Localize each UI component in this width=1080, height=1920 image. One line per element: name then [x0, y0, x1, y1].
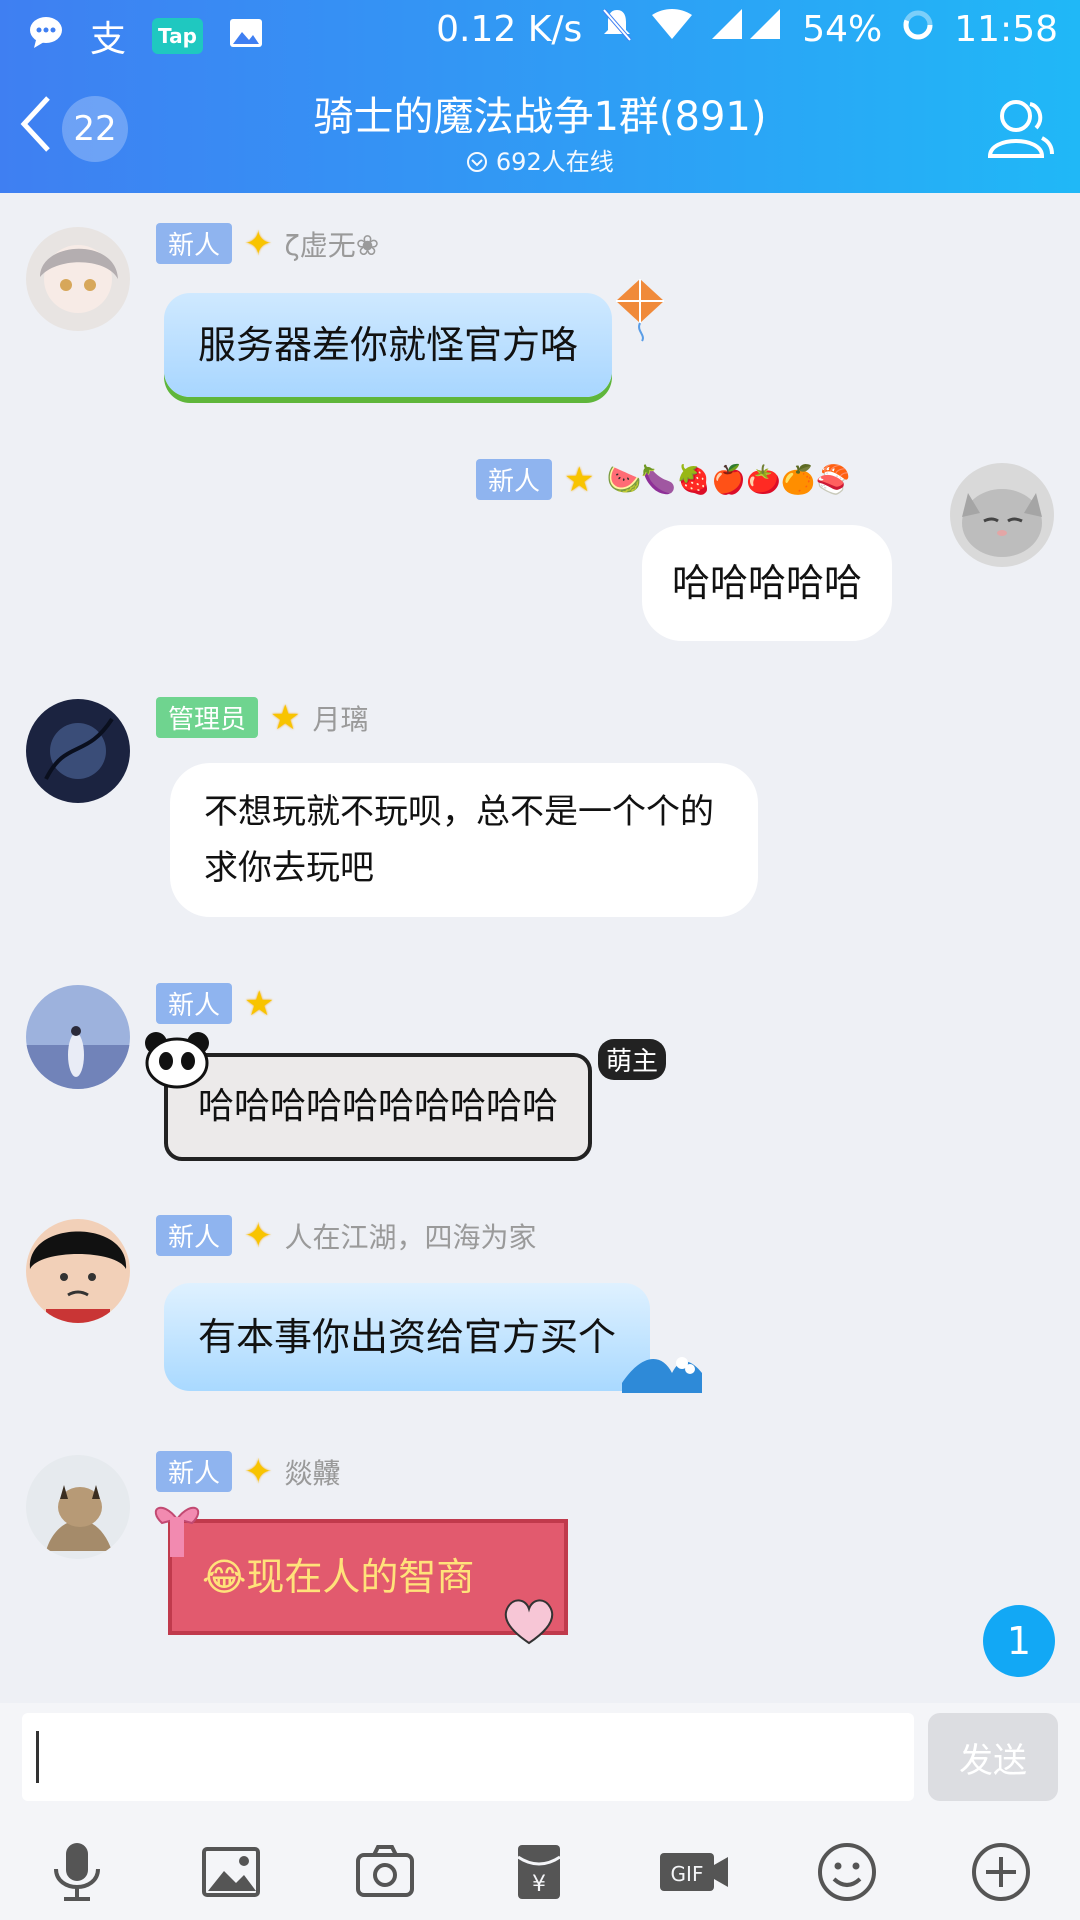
- partial-next-message: [0, 1693, 1080, 1703]
- level-star-icon: ✦: [244, 223, 273, 264]
- toolbar: ¥ GIF: [0, 1829, 1080, 1919]
- member-tag: 新人: [156, 223, 233, 264]
- level-star-icon: ★: [244, 983, 275, 1024]
- message-meta: 新人 ✦ ζ虚无❀: [156, 223, 379, 264]
- member-tag: 新人: [476, 459, 553, 500]
- message-text: 不想玩就不玩呗，总不是一个个的求你去玩吧: [204, 792, 714, 888]
- avatar[interactable]: [26, 227, 130, 331]
- message-meta: 新人 ✦ 人在江湖，四海为家: [156, 1215, 537, 1256]
- message-text: 哈哈哈哈哈: [672, 561, 863, 605]
- admin-tag: 管理员: [156, 697, 259, 738]
- member-tag: 新人: [156, 983, 233, 1024]
- camera-icon[interactable]: [354, 1841, 416, 1903]
- network-speed: 0.12 K/s: [436, 9, 583, 50]
- level-star-icon: ✦: [244, 1215, 273, 1256]
- wave-icon: [622, 1343, 702, 1397]
- avatar[interactable]: [26, 1455, 130, 1559]
- alipay-icon: 支: [90, 19, 127, 60]
- message-meta: 新人 ★: [156, 983, 275, 1024]
- svg-text:GIF: GIF: [671, 1862, 704, 1886]
- group-title[interactable]: 骑士的魔法战争1群(891): [0, 84, 1080, 142]
- status-bar: 支 Tap 0.12 K/s 54% 11:58: [0, 0, 1080, 64]
- mute-icon: [602, 8, 632, 51]
- message-bubble[interactable]: 不想玩就不玩呗，总不是一个个的求你去玩吧: [170, 763, 758, 917]
- clock: 11:58: [954, 9, 1058, 50]
- member-tag: 新人: [156, 1215, 233, 1256]
- member-tag: 新人: [156, 1451, 233, 1492]
- sender-name[interactable]: 燚齉: [285, 1452, 341, 1492]
- avatar[interactable]: [26, 699, 130, 803]
- online-count: 692人在线: [0, 142, 1080, 177]
- gift-ribbon-icon: [142, 1499, 212, 1563]
- chevron-circle-icon: [466, 148, 496, 176]
- level-star-icon: ★: [564, 459, 595, 500]
- chat-area[interactable]: 新人 ✦ ζ虚无❀ 服务器差你就怪官方咯 新人 ★ 🍉🍆🍓🍎🍅🍊🍣 哈哈哈哈哈 …: [0, 193, 1080, 1703]
- message-input[interactable]: [22, 1713, 914, 1801]
- message-bubble[interactable]: 服务器差你就怪官方咯: [164, 293, 613, 397]
- battery-icon: [902, 9, 934, 50]
- signal-icon: [712, 9, 782, 50]
- emoji-icon[interactable]: [816, 1841, 878, 1903]
- gif-icon[interactable]: GIF: [658, 1841, 730, 1903]
- wifi-icon: [652, 9, 693, 50]
- avatar[interactable]: [950, 463, 1054, 567]
- microphone-icon[interactable]: [46, 1841, 108, 1903]
- input-bar: 发送 ¥ GIF: [0, 1703, 1080, 1920]
- avatar[interactable]: [26, 985, 130, 1089]
- sender-name[interactable]: 月璃: [313, 698, 369, 738]
- svg-text:¥: ¥: [532, 1872, 546, 1897]
- group-members-icon[interactable]: [984, 94, 1054, 164]
- message-meta: 管理员 ★ 月璃: [156, 697, 369, 738]
- heart-for-u-icon: [500, 1595, 558, 1651]
- text-caret: [36, 1731, 39, 1783]
- message-bubble[interactable]: 有本事你出资给官方买个: [164, 1283, 651, 1391]
- bubble-badge: 萌主: [598, 1039, 667, 1080]
- message-bubble[interactable]: 哈哈哈哈哈哈哈哈哈哈: [164, 1053, 593, 1161]
- panda-icon: [142, 1029, 212, 1093]
- plus-icon[interactable]: [970, 1841, 1032, 1903]
- sender-name[interactable]: 🍉🍆🍓🍎🍅🍊🍣: [607, 463, 851, 496]
- battery-percent: 54%: [802, 9, 883, 50]
- kite-icon: [612, 277, 668, 347]
- avatar[interactable]: [26, 1219, 130, 1323]
- gallery-icon: [229, 16, 263, 57]
- level-star-icon: ★: [270, 697, 301, 738]
- level-star-icon: ✦: [244, 1451, 273, 1492]
- message-meta: 新人 ✦ 燚齉: [156, 1451, 341, 1492]
- new-message-badge[interactable]: 1: [983, 1605, 1055, 1677]
- message-text: 哈哈哈哈哈哈哈哈哈哈: [198, 1086, 559, 1127]
- header: 支 Tap 0.12 K/s 54% 11:58 22 骑士的魔法战争1群(89…: [0, 0, 1080, 193]
- red-packet-icon[interactable]: ¥: [508, 1841, 570, 1903]
- message-text: 服务器差你就怪官方咯: [198, 323, 579, 367]
- message-bubble[interactable]: 哈哈哈哈哈: [642, 525, 893, 641]
- message-text: 😂现在人的智商: [202, 1555, 475, 1599]
- sender-name[interactable]: 人在江湖，四海为家: [285, 1216, 537, 1256]
- send-button[interactable]: 发送: [928, 1713, 1058, 1801]
- message-meta: 新人 ★ 🍉🍆🍓🍎🍅🍊🍣: [476, 459, 851, 500]
- sender-name[interactable]: ζ虚无❀: [285, 224, 380, 264]
- message-text: 有本事你出资给官方买个: [198, 1315, 617, 1359]
- nav-bar: 22 骑士的魔法战争1群(891) 692人在线: [0, 64, 1080, 193]
- tap-app-icon: Tap: [152, 18, 203, 54]
- image-icon[interactable]: [200, 1841, 262, 1903]
- message-notification-icon: [28, 14, 64, 59]
